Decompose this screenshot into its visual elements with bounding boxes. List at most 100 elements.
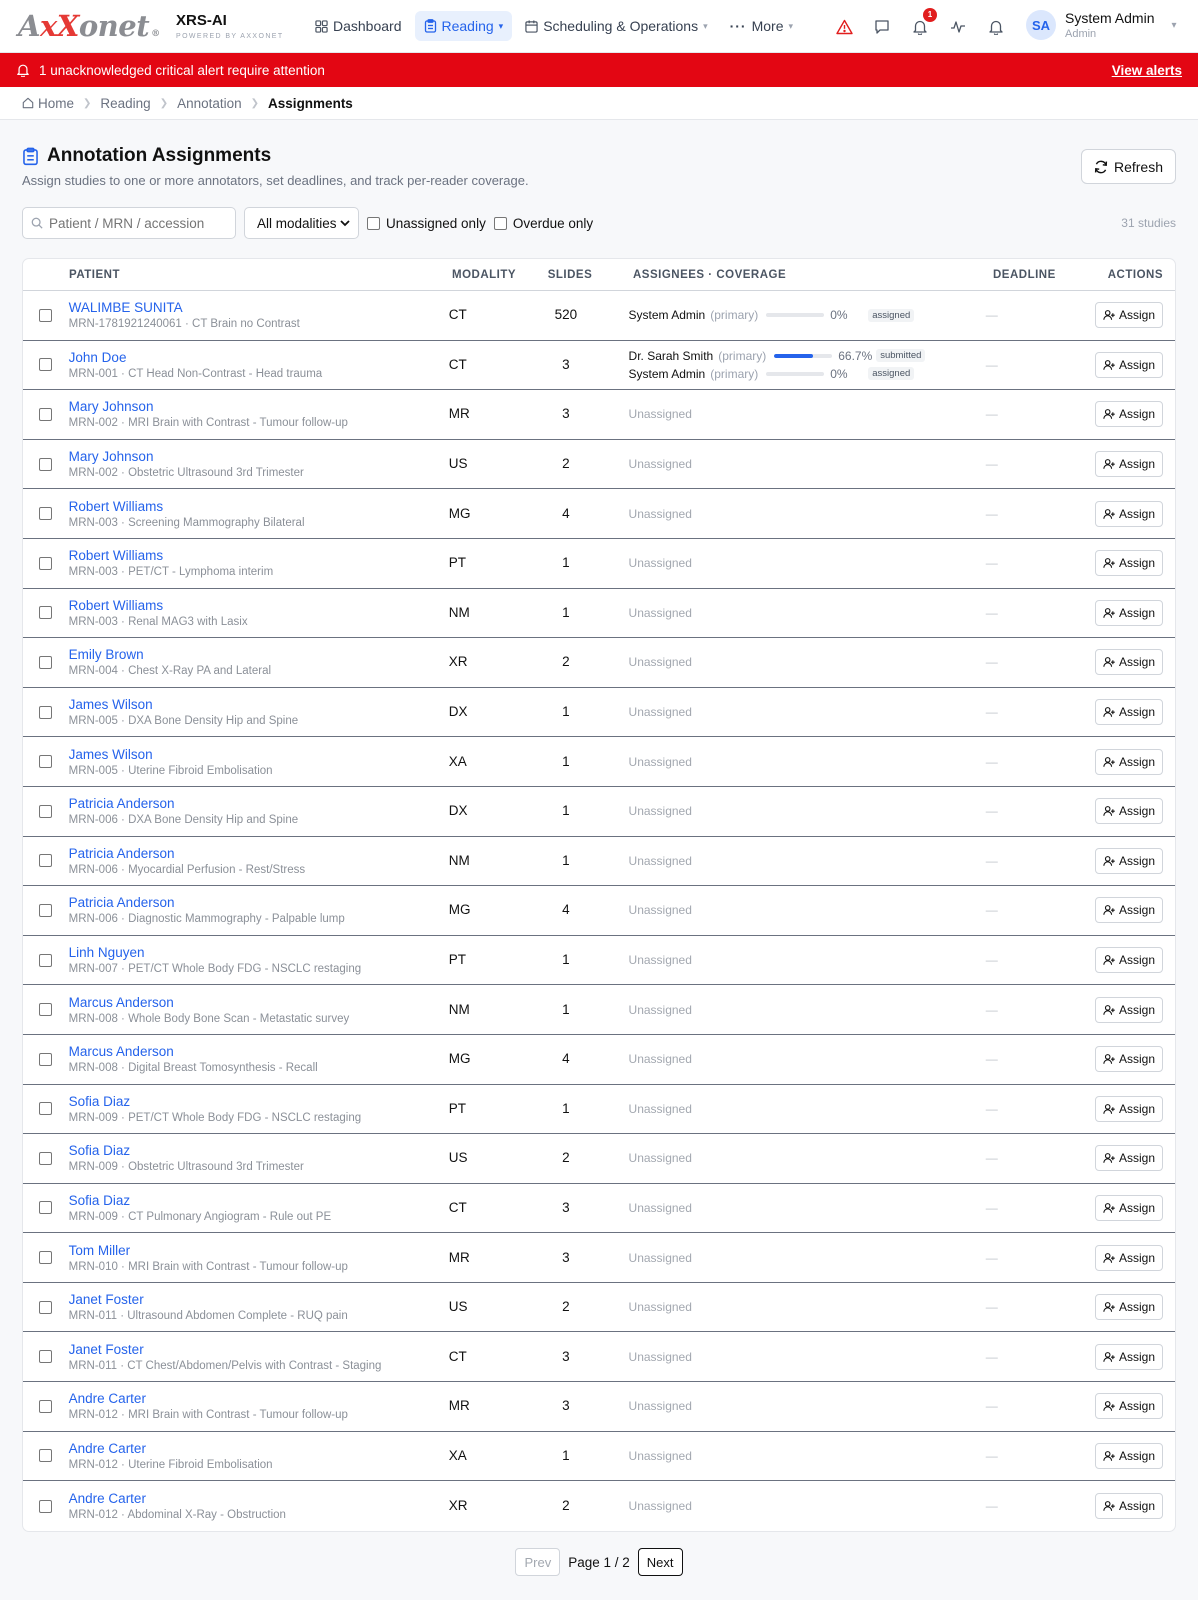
row-checkbox[interactable]: [39, 804, 53, 818]
patient-name-link[interactable]: Tom Miller: [69, 1243, 449, 1258]
row-checkbox[interactable]: [39, 755, 53, 769]
breadcrumb-annotation[interactable]: Annotation: [177, 96, 242, 111]
patient-name-link[interactable]: Sofia Diaz: [69, 1094, 449, 1109]
user-menu[interactable]: SA System Admin Admin ▾: [1026, 10, 1177, 40]
row-checkbox[interactable]: [39, 1052, 53, 1066]
row-checkbox[interactable]: [39, 407, 53, 421]
row-checkbox[interactable]: [39, 606, 53, 620]
assign-button[interactable]: Assign: [1094, 599, 1163, 626]
assign-button[interactable]: Assign: [1094, 1194, 1163, 1221]
row-checkbox[interactable]: [39, 507, 53, 521]
assign-button[interactable]: Assign: [1094, 947, 1163, 974]
row-checkbox[interactable]: [39, 556, 53, 570]
view-alerts-link[interactable]: View alerts: [1112, 63, 1182, 78]
row-checkbox[interactable]: [39, 308, 53, 322]
assign-button[interactable]: Assign: [1094, 1095, 1163, 1122]
row-checkbox[interactable]: [39, 1003, 53, 1017]
patient-name-link[interactable]: WALIMBE SUNITA: [69, 300, 449, 315]
assign-button[interactable]: Assign: [1094, 1442, 1163, 1469]
patient-name-link[interactable]: Emily Brown: [69, 647, 449, 662]
patient-name-link[interactable]: Robert Williams: [69, 548, 449, 563]
nav-more[interactable]: ··· More ▾: [721, 11, 802, 41]
nav-scheduling[interactable]: Scheduling & Operations ▾: [516, 11, 716, 41]
assign-button[interactable]: Assign: [1094, 550, 1163, 577]
row-checkbox[interactable]: [39, 457, 53, 471]
assign-button[interactable]: Assign: [1094, 1244, 1163, 1271]
row-checkbox[interactable]: [39, 655, 53, 669]
patient-name-link[interactable]: Linh Nguyen: [69, 945, 449, 960]
assign-button[interactable]: Assign: [1094, 897, 1163, 924]
patient-name-link[interactable]: Mary Johnson: [69, 399, 449, 414]
patient-name-link[interactable]: Andre Carter: [69, 1391, 449, 1406]
assign-button[interactable]: Assign: [1094, 1343, 1163, 1370]
row-checkbox[interactable]: [39, 1449, 53, 1463]
row-checkbox[interactable]: [39, 1151, 53, 1165]
assign-button[interactable]: Assign: [1094, 1046, 1163, 1073]
patient-name-link[interactable]: Patricia Anderson: [69, 796, 449, 811]
assign-button[interactable]: Assign: [1094, 500, 1163, 527]
row-checkbox[interactable]: [39, 1251, 53, 1265]
breadcrumb-home[interactable]: Home: [38, 96, 74, 111]
patient-name-link[interactable]: Mary Johnson: [69, 449, 449, 464]
unassigned-only-checkbox[interactable]: [367, 216, 380, 230]
activity-icon[interactable]: [948, 17, 968, 37]
warning-icon[interactable]: [834, 17, 854, 37]
patient-name-link[interactable]: Sofia Diaz: [69, 1143, 449, 1158]
patient-name-link[interactable]: Andre Carter: [69, 1491, 449, 1506]
row-checkbox[interactable]: [39, 358, 53, 372]
overdue-only-filter[interactable]: Overdue only: [493, 216, 593, 231]
assign-button[interactable]: Assign: [1094, 847, 1163, 874]
row-checkbox[interactable]: [39, 1499, 53, 1513]
refresh-button[interactable]: Refresh: [1080, 149, 1176, 184]
patient-name-link[interactable]: Janet Foster: [69, 1292, 449, 1307]
patient-name-link[interactable]: Janet Foster: [69, 1342, 449, 1357]
assign-button[interactable]: Assign: [1094, 351, 1163, 378]
patient-name-link[interactable]: Sofia Diaz: [69, 1193, 449, 1208]
row-checkbox[interactable]: [39, 1300, 53, 1314]
assign-button[interactable]: Assign: [1094, 1294, 1163, 1321]
assign-button[interactable]: Assign: [1094, 302, 1163, 329]
axxonet-logo[interactable]: Ax Xonet ®: [18, 9, 164, 43]
patient-name-link[interactable]: James Wilson: [69, 697, 449, 712]
patient-name-link[interactable]: James Wilson: [69, 747, 449, 762]
row-checkbox[interactable]: [39, 903, 53, 917]
message-icon[interactable]: [872, 17, 892, 37]
notification-bell-icon[interactable]: 1: [910, 7, 937, 37]
row-checkbox[interactable]: [39, 1201, 53, 1215]
assign-button[interactable]: Assign: [1094, 699, 1163, 726]
assign-button[interactable]: Assign: [1094, 996, 1163, 1023]
col-deadline[interactable]: DEADLINE: [993, 269, 1103, 281]
breadcrumb-reading[interactable]: Reading: [100, 96, 150, 111]
nav-reading[interactable]: Reading ▾: [414, 11, 513, 41]
nav-dashboard[interactable]: Dashboard: [306, 11, 411, 41]
row-checkbox[interactable]: [39, 1350, 53, 1364]
row-checkbox[interactable]: [39, 1102, 53, 1116]
next-page-button[interactable]: Next: [637, 1548, 683, 1576]
row-checkbox[interactable]: [39, 705, 53, 719]
row-checkbox[interactable]: [39, 1399, 53, 1413]
assign-button[interactable]: Assign: [1094, 1493, 1163, 1520]
row-checkbox[interactable]: [39, 854, 53, 868]
patient-name-link[interactable]: Marcus Anderson: [69, 1044, 449, 1059]
patient-name-link[interactable]: Andre Carter: [69, 1441, 449, 1456]
assign-button[interactable]: Assign: [1094, 1145, 1163, 1172]
assign-button[interactable]: Assign: [1094, 1393, 1163, 1420]
prev-page-button[interactable]: Prev: [515, 1548, 561, 1576]
patient-name-link[interactable]: Patricia Anderson: [69, 895, 449, 910]
assign-button[interactable]: Assign: [1094, 798, 1163, 825]
patient-name-link[interactable]: Robert Williams: [69, 499, 449, 514]
col-slides[interactable]: SLIDES: [527, 269, 613, 281]
assign-button[interactable]: Assign: [1094, 401, 1163, 428]
assign-button[interactable]: Assign: [1094, 748, 1163, 775]
search-input[interactable]: [49, 215, 219, 231]
assign-button[interactable]: Assign: [1094, 451, 1163, 478]
col-modality[interactable]: MODALITY: [452, 269, 527, 281]
patient-name-link[interactable]: Robert Williams: [69, 598, 449, 613]
col-patient[interactable]: PATIENT: [69, 269, 452, 281]
patient-name-link[interactable]: Marcus Anderson: [69, 995, 449, 1010]
row-checkbox[interactable]: [39, 953, 53, 967]
patient-name-link[interactable]: John Doe: [69, 350, 449, 365]
overdue-only-checkbox[interactable]: [493, 216, 507, 230]
assign-button[interactable]: Assign: [1094, 649, 1163, 676]
unassigned-only-filter[interactable]: Unassigned only: [367, 216, 486, 231]
